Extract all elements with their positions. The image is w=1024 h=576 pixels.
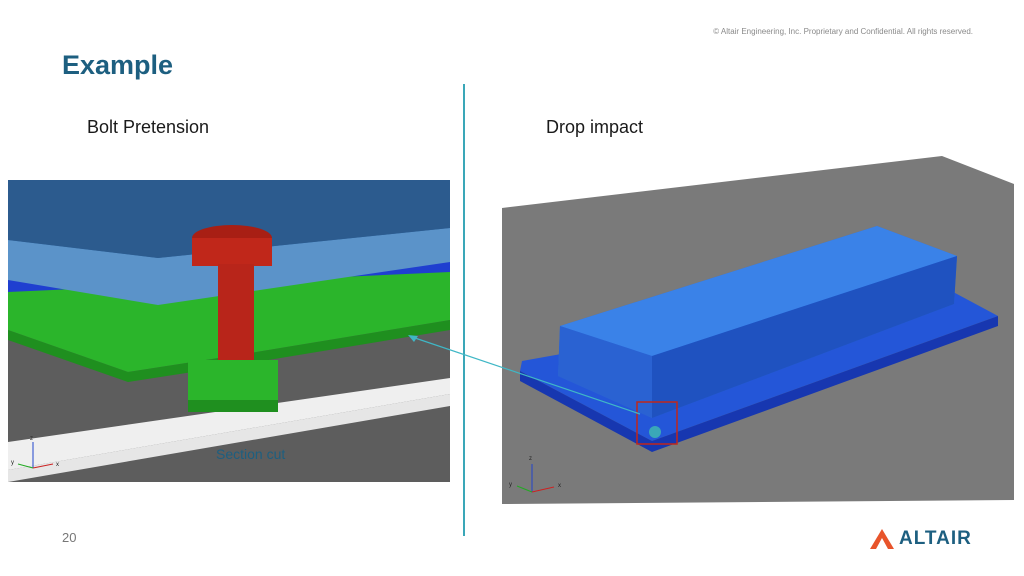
right-axis-z-label: z [529,456,532,462]
left-axis-z-label: z [30,436,33,442]
right-axis-y-label: y [509,482,512,488]
left-axis-y-label: y [11,460,14,466]
copyright-notice: © Altair Engineering, Inc. Proprietary a… [713,27,973,36]
panel-divider [463,84,465,536]
altair-logo-icon [870,529,894,549]
section-cut-caption: Section cut [216,446,286,462]
drop-impact-heading: Drop impact [546,117,644,137]
altair-logo: ALTAIR [870,528,972,550]
bolt-section-image: z y x [8,180,450,482]
left-axis-x-label: x [56,462,59,468]
page-number: 20 [62,530,77,545]
right-axis-x-label: x [558,483,561,489]
altair-logo-text: ALTAIR [899,528,972,549]
slide-title: Example [62,50,174,80]
drop-impact-image: z y x [502,156,1014,504]
bolt-pretension-heading: Bolt Pretension [87,117,210,137]
